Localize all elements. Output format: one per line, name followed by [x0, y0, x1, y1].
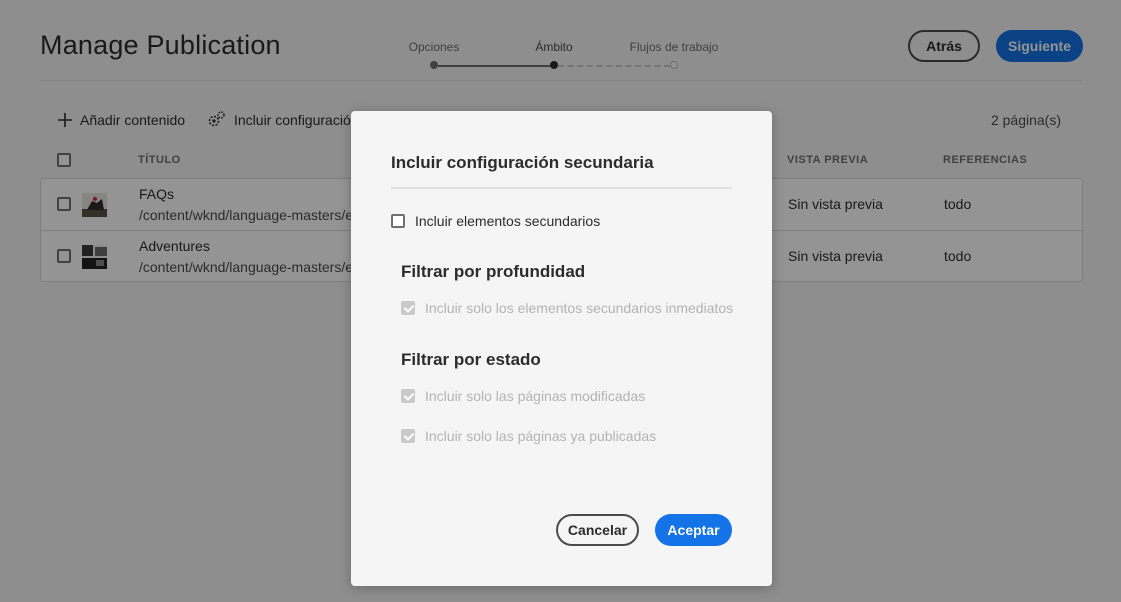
- include-children-dialog: Incluir configuración secundaria Incluir…: [351, 111, 772, 586]
- published-pages-label: Incluir solo las páginas ya publicadas: [425, 428, 657, 444]
- depth-filter-heading: Filtrar por profundidad: [401, 262, 586, 281]
- accept-button[interactable]: Aceptar: [655, 514, 732, 546]
- immediate-children-checkbox: [401, 301, 415, 315]
- modified-pages-checkbox: [401, 389, 415, 403]
- dialog-title: Incluir configuración secundaria: [391, 153, 654, 172]
- status-filter-heading: Filtrar por estado: [401, 350, 541, 369]
- include-children-checkbox[interactable]: [391, 214, 405, 228]
- published-pages-option: Incluir solo las páginas ya publicadas: [401, 428, 656, 444]
- modified-pages-option: Incluir solo las páginas modificadas: [401, 388, 645, 404]
- modified-pages-label: Incluir solo las páginas modificadas: [425, 388, 646, 404]
- immediate-children-option: Incluir solo los elementos secundarios i…: [401, 300, 733, 316]
- published-pages-checkbox: [401, 429, 415, 443]
- dialog-divider: [391, 187, 732, 189]
- cancel-button[interactable]: Cancelar: [556, 514, 639, 546]
- include-children-option[interactable]: Incluir elementos secundarios: [391, 213, 600, 229]
- immediate-children-label: Incluir solo los elementos secundarios i…: [425, 300, 734, 316]
- include-children-label: Incluir elementos secundarios: [415, 213, 601, 229]
